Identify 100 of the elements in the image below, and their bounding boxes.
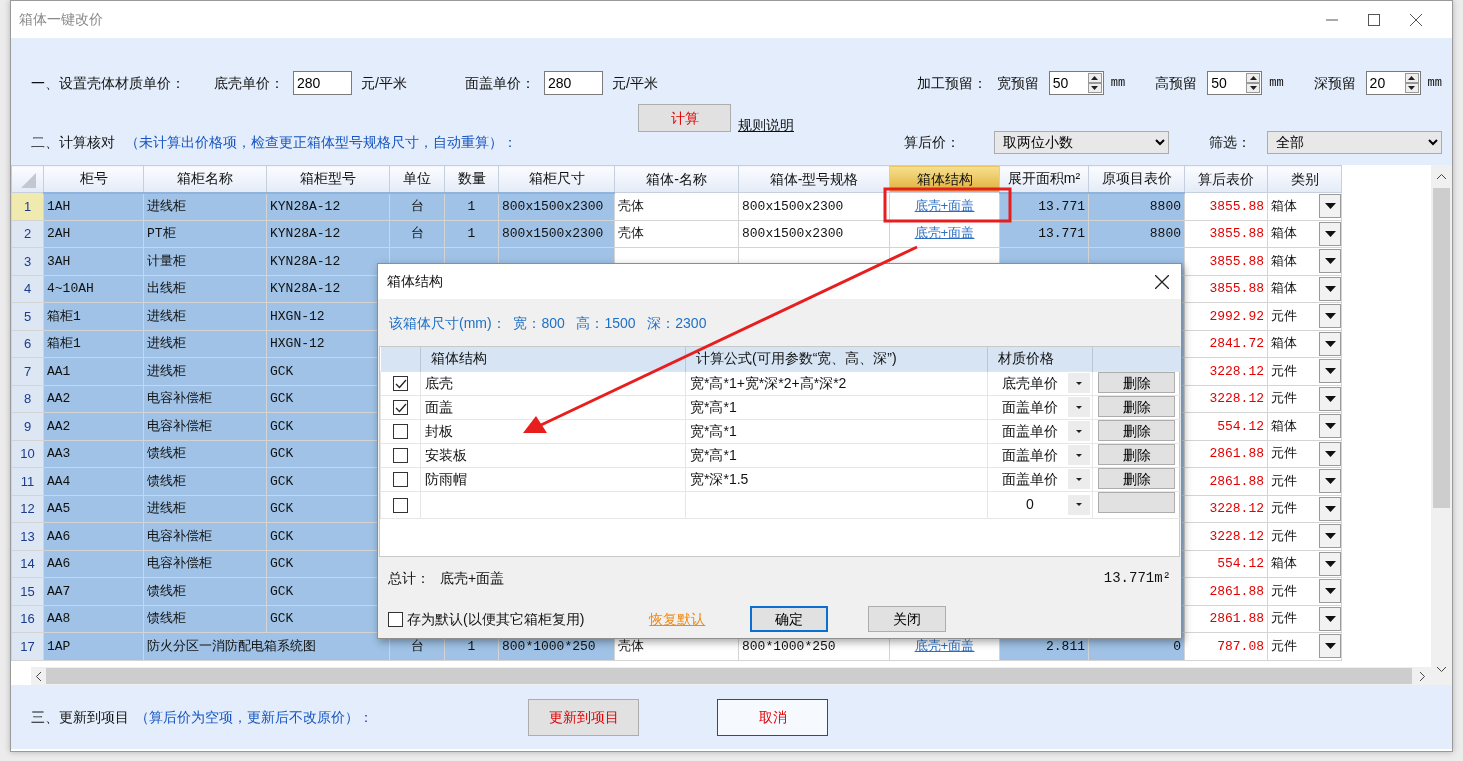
checkbox[interactable]	[393, 424, 408, 440]
caret-icon	[1324, 258, 1336, 265]
row-number[interactable]: 3	[11, 247, 44, 275]
column-header[interactable]: 展开面积m²	[999, 165, 1089, 193]
table-cell: AA8	[43, 605, 144, 633]
column-header[interactable]: 箱体结构	[889, 165, 1000, 193]
table-cell: 宽*高*1+宽*深*2+高*深*2	[685, 371, 988, 395]
dropdown-button[interactable]	[1319, 194, 1341, 219]
table-cell: 馈线柜	[143, 467, 267, 495]
row-number[interactable]: 10	[11, 440, 44, 468]
unit-label: mm	[1427, 75, 1442, 92]
close-icon[interactable]	[1155, 275, 1169, 290]
checkbox[interactable]	[393, 376, 408, 392]
ok-button[interactable]: 确定	[750, 606, 829, 632]
close-button[interactable]: 关闭	[868, 606, 947, 632]
price-field[interactable]: 280	[293, 71, 352, 95]
table-cell-text: 元件	[1271, 472, 1297, 491]
column-header[interactable]: 箱柜名称	[143, 165, 267, 193]
dropdown-button[interactable]	[1319, 304, 1341, 329]
unit-label: 元/平米	[361, 73, 407, 93]
delete-button[interactable]: 删除	[1098, 396, 1175, 417]
dropdown-button[interactable]	[1319, 551, 1341, 576]
update-button[interactable]: 更新到项目	[528, 698, 639, 736]
rounding-select[interactable]: 取两位小数	[994, 130, 1169, 154]
column-header[interactable]: 箱体-型号规格	[738, 165, 890, 193]
table-cell-text: 元件	[1271, 307, 1297, 326]
column-header[interactable]: 箱柜型号	[266, 165, 390, 193]
row-number[interactable]: 5	[11, 302, 44, 330]
row-number[interactable]: 1	[11, 192, 44, 220]
calculate-button[interactable]: 计算	[638, 104, 731, 132]
rules-link[interactable]: 规则说明	[738, 115, 794, 136]
column-header[interactable]: 箱体-名称	[614, 165, 739, 193]
maximize-icon[interactable]	[1368, 13, 1380, 26]
table-cell: 进线柜	[143, 330, 267, 358]
checkbox[interactable]	[393, 400, 408, 416]
caret-icon	[1324, 560, 1336, 567]
row-number[interactable]: 6	[11, 330, 44, 358]
dropdown-button[interactable]	[1319, 414, 1341, 439]
dropdown-button[interactable]	[1319, 469, 1341, 494]
table-cell: KYN28A-12	[266, 192, 390, 220]
dropdown-button[interactable]	[1319, 249, 1341, 274]
row-number[interactable]: 2	[11, 220, 44, 248]
hint-text: （未计算出价格项，检查更正箱体型号规格尺寸，自动重算）：	[125, 132, 517, 152]
delete-button[interactable]: 删除	[1098, 420, 1175, 441]
delete-button[interactable]: 删除	[1098, 468, 1175, 489]
table-cell: 3228.12	[1184, 385, 1268, 413]
column-header[interactable]: 柜号	[43, 165, 144, 193]
column-header[interactable]: 原项目表价	[1088, 165, 1185, 193]
table-cell: 1AH	[43, 192, 144, 220]
table-cell: KYN28A-12	[266, 220, 390, 248]
dropdown-button[interactable]	[1319, 524, 1341, 549]
row-number[interactable]: 15	[11, 577, 44, 605]
dropdown-button[interactable]	[1319, 221, 1341, 246]
table-cell: AA5	[43, 495, 144, 523]
dropdown-button[interactable]	[1319, 386, 1341, 411]
filter-select[interactable]: 全部	[1267, 130, 1442, 154]
checkbox[interactable]	[388, 611, 403, 627]
column-header[interactable]: 单位	[389, 165, 445, 193]
column-header[interactable]: 数量	[444, 165, 499, 193]
row-number[interactable]: 17	[11, 632, 44, 660]
row-number[interactable]: 9	[11, 412, 44, 440]
vertical-scrollbar[interactable]	[1431, 165, 1452, 685]
row-number[interactable]: 7	[11, 357, 44, 385]
dropdown-button[interactable]	[1319, 606, 1341, 631]
column-header[interactable]: 箱体结构	[420, 347, 686, 371]
row-number[interactable]: 13	[11, 522, 44, 550]
price-field[interactable]: 280	[543, 71, 603, 95]
column-header[interactable]: 材质价格	[987, 347, 1093, 371]
delete-button[interactable]: 删除	[1098, 372, 1175, 393]
section-label: 三、更新到项目	[31, 707, 129, 727]
section-label: 加工预留：	[916, 73, 987, 93]
row-number[interactable]: 12	[11, 495, 44, 523]
close-icon[interactable]	[1410, 13, 1422, 26]
checkbox[interactable]	[393, 472, 408, 488]
dropdown-button[interactable]	[1319, 331, 1341, 356]
column-header[interactable]: 计算公式(可用参数“宽、高、深”)	[685, 347, 988, 371]
row-number[interactable]: 4	[11, 275, 44, 303]
dropdown-button[interactable]	[1319, 359, 1341, 384]
checkbox[interactable]	[393, 497, 408, 513]
scrollbar-thumb[interactable]	[1433, 188, 1450, 508]
row-number[interactable]: 8	[11, 385, 44, 413]
checkbox[interactable]	[393, 448, 408, 464]
dropdown-button[interactable]	[1319, 496, 1341, 521]
row-number[interactable]: 16	[11, 605, 44, 633]
table-cell: 宽*深*1.5	[685, 467, 988, 491]
column-header[interactable]: 算后表价	[1184, 165, 1268, 193]
dropdown-button[interactable]	[1319, 441, 1341, 466]
delete-button[interactable]: 删除	[1098, 444, 1175, 465]
table-cell: 8800	[1088, 192, 1185, 220]
table-cell: 电容补偿柜	[143, 412, 267, 440]
dropdown-button[interactable]	[1319, 579, 1341, 604]
row-number[interactable]: 11	[11, 467, 44, 495]
table-cell: AA1	[43, 357, 144, 385]
column-header[interactable]: 类别	[1267, 165, 1342, 193]
column-header[interactable]: 箱柜尺寸	[498, 165, 615, 193]
cancel-button[interactable]: 取消	[717, 698, 828, 736]
dropdown-button[interactable]	[1319, 634, 1341, 659]
table-cell-text: 箱体	[1271, 417, 1297, 436]
row-number[interactable]: 14	[11, 550, 44, 578]
dropdown-button[interactable]	[1319, 276, 1341, 301]
